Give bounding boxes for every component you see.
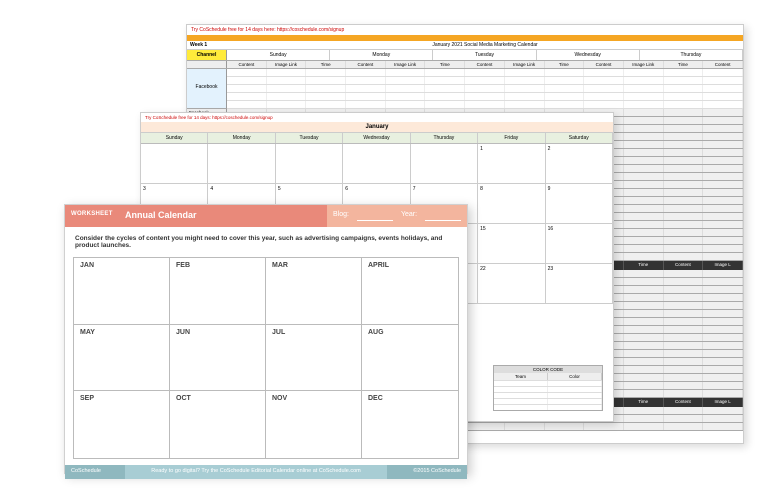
calendar-cell[interactable]: 8 xyxy=(478,184,545,224)
trial-link[interactable]: Try CoSchedule free for 14 days here: ht… xyxy=(187,25,743,35)
intro-text: Consider the cycles of content you might… xyxy=(65,227,467,257)
footer-text: Ready to go digital? Try the CoSchedule … xyxy=(125,465,387,479)
month-cell[interactable]: FEB xyxy=(170,258,266,325)
month-cell[interactable]: OCT xyxy=(170,391,266,458)
day-col: Thursday xyxy=(640,50,743,60)
sub-header: Content Image Link Time Content Image Li… xyxy=(187,61,743,69)
calendar-cell[interactable] xyxy=(208,144,275,184)
calendar-cell[interactable]: 2 xyxy=(546,144,613,184)
calendar-cell[interactable]: 23 xyxy=(546,264,613,304)
calendar-cell[interactable]: 9 xyxy=(546,184,613,224)
month-cell[interactable]: JUN xyxy=(170,325,266,392)
month-cell[interactable]: DEC xyxy=(362,391,458,458)
year-input[interactable] xyxy=(425,211,461,221)
worksheet-footer: CoSchedule Ready to go digital? Try the … xyxy=(65,465,467,479)
month-cell[interactable]: MAY xyxy=(74,325,170,392)
month-cell[interactable]: APRIL xyxy=(362,258,458,325)
footer-copyright: ©2015 CoSchedule xyxy=(387,465,467,479)
month-cell[interactable]: JUL xyxy=(266,325,362,392)
week-label: Week 1 xyxy=(187,41,227,49)
day-col: Wednesday xyxy=(537,50,640,60)
calendar-cell[interactable] xyxy=(141,144,208,184)
annual-calendar-worksheet: WORKSHEET Annual Calendar Blog: Year: Co… xyxy=(64,204,468,474)
worksheet-title: Annual Calendar xyxy=(121,205,327,227)
month-cell[interactable]: AUG xyxy=(362,325,458,392)
day-col: Tuesday xyxy=(433,50,536,60)
month-cell[interactable]: MAR xyxy=(266,258,362,325)
month-title: January xyxy=(141,122,613,133)
month-cell[interactable]: JAN xyxy=(74,258,170,325)
cells xyxy=(227,69,743,109)
calendar-cell[interactable]: 15 xyxy=(478,224,545,264)
sheet-title: January 2021 Social Media Marketing Cale… xyxy=(227,41,743,49)
blog-input[interactable] xyxy=(357,211,393,221)
day-col: Sunday xyxy=(227,50,330,60)
calendar-cell[interactable]: 1 xyxy=(478,144,545,184)
worksheet-badge: WORKSHEET xyxy=(65,205,121,227)
month-cell[interactable]: SEP xyxy=(74,391,170,458)
worksheet-fields: Blog: Year: xyxy=(327,205,467,227)
channel-header: Channel xyxy=(187,50,227,60)
calendar-cell[interactable] xyxy=(411,144,478,184)
facebook-channel: Facebook xyxy=(187,69,227,109)
calendar-cell[interactable] xyxy=(276,144,343,184)
color-code-box: COLOR CODE TeamColor xyxy=(493,365,603,411)
calendar-cell[interactable]: 16 xyxy=(546,224,613,264)
day-header: Channel Sunday Monday Tuesday Wednesday … xyxy=(187,50,743,61)
trial-link[interactable]: Try CoSchedule free for 14 days: https:/… xyxy=(141,113,613,122)
footer-brand: CoSchedule xyxy=(65,465,125,479)
worksheet-header: WORKSHEET Annual Calendar Blog: Year: xyxy=(65,205,467,227)
calendar-cell[interactable]: 22 xyxy=(478,264,545,304)
day-col: Monday xyxy=(330,50,433,60)
month-cell[interactable]: NOV xyxy=(266,391,362,458)
calendar-cell[interactable] xyxy=(343,144,410,184)
weekday-header: Sunday Monday Tuesday Wednesday Thursday… xyxy=(141,133,613,144)
month-grid: JANFEBMARAPRIL MAYJUNJULAUG SEPOCTNOVDEC xyxy=(73,257,459,459)
